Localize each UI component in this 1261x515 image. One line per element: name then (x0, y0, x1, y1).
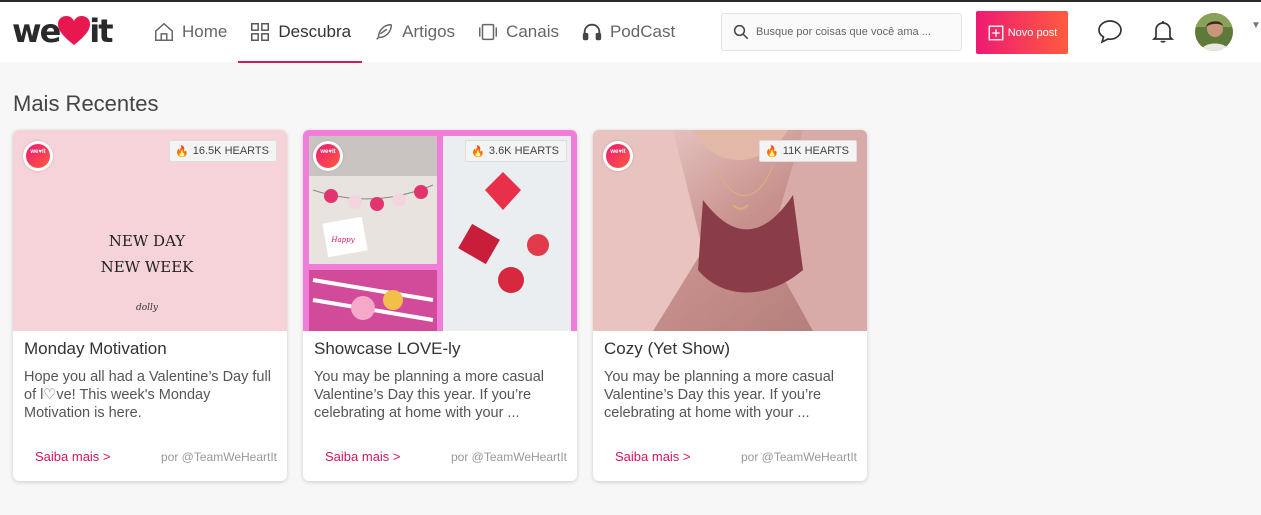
card-image-text-line2: NEW WEEK (101, 258, 195, 276)
hearts-count-badge: 🔥 3.6K HEARTS (465, 140, 567, 162)
nav-item-label: PodCast (609, 22, 676, 41)
card-author: por @TeamWeHeartIt (741, 450, 857, 464)
main-nav: Home Descubra Artigos Canais PodCast (142, 2, 686, 63)
search-icon (733, 24, 749, 40)
card-excerpt: Hope you all had a Valentine’s Day full … (24, 369, 271, 421)
top-navbar: we it Home Descubra Artigos Canais PodCa… (0, 2, 1261, 63)
article-card[interactable]: 🔥11K HEARTS Cozy (Yet Show) You may be p… (593, 130, 867, 481)
flame-icon: 🔥 (175, 145, 189, 158)
search-input[interactable] (756, 26, 956, 38)
weheartit-logo[interactable]: we it (12, 12, 114, 50)
nav-item-canais[interactable]: Canais (466, 2, 570, 62)
weheartit-badge-icon (23, 141, 53, 171)
hearts-count: 3.6K HEARTS (488, 145, 559, 157)
card-author: por @TeamWeHeartIt (161, 450, 277, 464)
card-title[interactable]: Monday Motivation (24, 339, 167, 359)
chat-bubble-icon[interactable] (1097, 18, 1123, 44)
flame-icon: 🔥 (471, 145, 485, 158)
card-image: NEW DAY NEW WEEK dolly 🔥16.5K HEARTS (13, 130, 287, 331)
plus-square-icon (988, 25, 1004, 40)
section-title: Mais Recentes (13, 91, 159, 116)
hearts-count-badge: 🔥 11K HEARTS (759, 140, 857, 162)
weheartit-badge-icon (603, 141, 633, 171)
bell-icon[interactable] (1150, 18, 1176, 44)
logo-text-it: it (89, 12, 113, 50)
nav-item-label: Home (182, 22, 228, 41)
nav-item-label: Descubra (278, 22, 352, 41)
grid-icon (251, 23, 270, 41)
article-card[interactable]: NEW DAY NEW WEEK dolly 🔥16.5K HEARTS Mon… (13, 130, 287, 481)
read-more-link[interactable]: Saiba mais > (35, 449, 111, 464)
flame-icon: 🔥 (765, 145, 779, 158)
channels-icon (479, 23, 498, 41)
read-more-link[interactable]: Saiba mais > (615, 449, 691, 464)
search-box[interactable] (721, 13, 962, 51)
home-icon (155, 22, 173, 41)
new-post-button[interactable]: Novo post (976, 11, 1068, 54)
card-image: 🔥11K HEARTS (593, 130, 867, 331)
card-image: Happy 🔥3.6K HEARTS (303, 130, 577, 331)
hearts-count: 16.5K HEARTS (192, 145, 269, 157)
headphones-icon (582, 23, 602, 41)
card-title[interactable]: Cozy (Yet Show) (604, 339, 730, 359)
caret-down-icon[interactable]: ▼ (1251, 20, 1261, 31)
weheartit-badge-icon (313, 141, 343, 171)
nav-item-artigos[interactable]: Artigos (362, 2, 466, 62)
logo-text-we: we (12, 12, 61, 50)
nav-item-podcast[interactable]: PodCast (570, 2, 686, 62)
hearts-count-badge: 🔥 16.5K HEARTS (169, 140, 277, 162)
read-more-link[interactable]: Saiba mais > (325, 449, 401, 464)
heart-icon (58, 16, 91, 45)
hearts-count: 11K HEARTS (782, 145, 849, 157)
new-post-label: Novo post (1007, 26, 1058, 39)
nav-item-home[interactable]: Home (142, 2, 238, 62)
card-author: por @TeamWeHeartIt (451, 450, 567, 464)
feather-icon (376, 23, 393, 40)
nav-item-label: Artigos (402, 22, 456, 41)
card-excerpt: You may be planning a more casual Valent… (604, 369, 835, 421)
card-title[interactable]: Showcase LOVE-ly (314, 339, 460, 359)
svg-text:Happy: Happy (330, 236, 355, 244)
nav-item-descubra[interactable]: Descubra (238, 2, 362, 63)
card-image-signature: dolly (136, 303, 159, 313)
card-excerpt: You may be planning a more casual Valent… (314, 369, 545, 421)
card-image-text-line1: NEW DAY (109, 232, 187, 250)
article-card[interactable]: Happy 🔥3.6K HEARTS Showcase LOVE-ly You … (303, 130, 577, 481)
nav-item-label: Canais (506, 22, 559, 41)
avatar[interactable] (1195, 13, 1233, 51)
